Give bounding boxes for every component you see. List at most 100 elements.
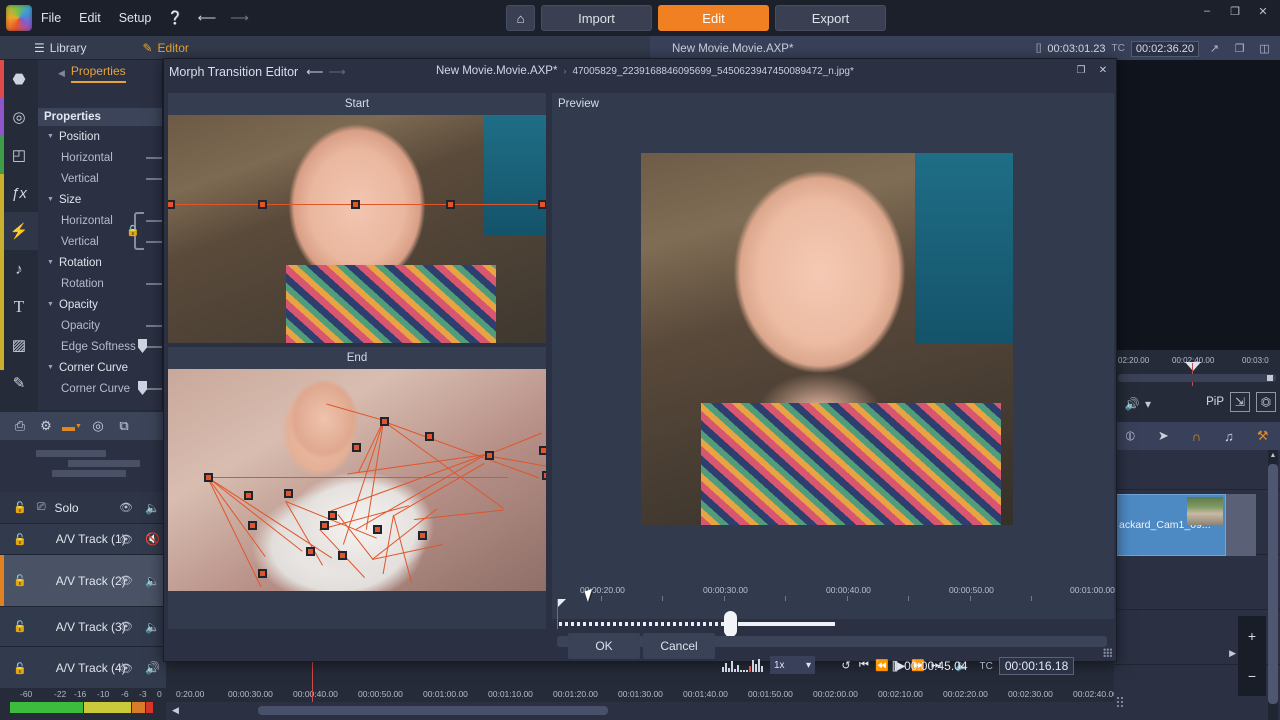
control-point[interactable]: [306, 547, 315, 556]
undo-arrow-icon[interactable]: ⟵: [306, 65, 323, 79]
mixer-icon[interactable]: ▬ ▼: [60, 415, 84, 437]
end-image[interactable]: [168, 369, 546, 591]
track-manager-icon[interactable]: ⎙: [8, 415, 32, 437]
rail-item-pen-draw-icon[interactable]: ✎: [0, 364, 38, 402]
property-group-size[interactable]: ▼ Size: [38, 189, 163, 210]
slider-handle[interactable]: [138, 381, 147, 395]
magnet-snap-icon[interactable]: ∩: [1192, 429, 1201, 444]
rail-item-music-note-icon[interactable]: ♪: [0, 250, 38, 288]
import-button[interactable]: Import: [541, 5, 652, 31]
lock-icon[interactable]: 🔓: [13, 620, 27, 633]
property-edge-softness[interactable]: Edge Softness: [38, 336, 163, 357]
control-point[interactable]: [352, 443, 361, 452]
collapse-left-icon[interactable]: ◀: [58, 68, 65, 79]
dialog-title-bar[interactable]: Morph Transition Editor ⟵ ⟶ New Movie.Mo…: [164, 59, 1116, 85]
scroll-thumb[interactable]: [1268, 464, 1278, 704]
duplicate-icon[interactable]: ❐: [1230, 40, 1249, 57]
rail-item-title-text-icon[interactable]: T: [0, 288, 38, 326]
layout-icon[interactable]: ◫: [1255, 40, 1274, 57]
control-point[interactable]: [328, 511, 337, 520]
tools-icon[interactable]: ⚒: [1257, 428, 1269, 444]
slider-handle[interactable]: [138, 339, 147, 353]
drag-grip-handle[interactable]: [1116, 696, 1125, 708]
right-vertical-scrollbar[interactable]: ▲ ▼: [1268, 450, 1278, 720]
property-group-rotation[interactable]: ▼ Rotation: [38, 252, 163, 273]
project-timecode-field[interactable]: 00:02:36.20: [1130, 40, 1199, 57]
close-icon[interactable]: ✕: [1094, 62, 1112, 79]
tab-library[interactable]: ☰ Library: [18, 36, 102, 60]
properties-tab-label[interactable]: Properties: [70, 64, 126, 83]
slider-track[interactable]: [146, 241, 163, 243]
track-row-solo[interactable]: 🔓 ⎚ Solo 👁 🔈: [0, 492, 166, 524]
speaker-icon[interactable]: 🔈: [145, 574, 160, 588]
property-rotation[interactable]: Rotation: [38, 273, 163, 294]
control-point[interactable]: [542, 471, 546, 480]
speaker-icon[interactable]: 🔊: [145, 661, 160, 675]
control-point[interactable]: [485, 451, 494, 460]
rail-item-fx-icon[interactable]: ƒx: [0, 174, 38, 212]
zoom-in-button[interactable]: +: [1248, 628, 1256, 644]
menu-file[interactable]: File: [32, 7, 70, 29]
control-point[interactable]: [168, 200, 175, 209]
slider-track[interactable]: [146, 346, 163, 348]
in-point-marker[interactable]: [557, 599, 566, 608]
track-row-av-4[interactable]: 🔓 A/V Track (4) 👁 🔊: [0, 647, 166, 690]
breadcrumb-file[interactable]: 47005829_2239168846095699_54506239474500…: [572, 66, 853, 77]
slider-track[interactable]: [146, 325, 163, 327]
property-corner-curve[interactable]: Corner Curve: [38, 378, 163, 399]
control-point[interactable]: [373, 525, 382, 534]
lock-icon[interactable]: 🔓: [13, 501, 27, 514]
control-point[interactable]: [538, 200, 546, 209]
undo-arrow-icon[interactable]: ⟵: [191, 7, 224, 29]
lock-icon[interactable]: 🔓: [13, 533, 27, 546]
tab-editor[interactable]: ✎ Editor: [126, 36, 204, 60]
property-size-vertical[interactable]: Vertical: [38, 231, 163, 252]
property-group-corner-curve[interactable]: ▼ Corner Curve: [38, 357, 163, 378]
start-image[interactable]: [168, 115, 546, 343]
property-group-opacity[interactable]: ▼ Opacity: [38, 294, 163, 315]
home-icon[interactable]: ⌂: [506, 5, 535, 31]
export-button[interactable]: Export: [775, 5, 886, 31]
lock-icon[interactable]: 🔓: [13, 662, 27, 675]
zoom-play-icon[interactable]: ▶: [1229, 648, 1236, 659]
property-group-position[interactable]: ▼ Position: [38, 126, 163, 147]
timeline-clip[interactable]: ackard_Cam1_09...: [1114, 494, 1226, 556]
minimize-icon[interactable]: –: [1194, 1, 1220, 21]
control-point[interactable]: [351, 200, 360, 209]
slider-track[interactable]: [146, 388, 163, 390]
control-point[interactable]: [248, 521, 257, 530]
playhead-marker[interactable]: [1185, 362, 1201, 371]
cancel-button[interactable]: Cancel: [643, 633, 715, 659]
snapshot-icon[interactable]: ⧉: [112, 415, 136, 437]
close-icon[interactable]: ✕: [1250, 1, 1276, 21]
loop-button[interactable]: ↺: [837, 655, 855, 675]
control-point[interactable]: [380, 417, 389, 426]
speaker-muted-icon[interactable]: 🔇: [145, 532, 160, 546]
split-clip-icon[interactable]: ⦶: [1125, 428, 1134, 444]
timeline-scrollbar[interactable]: ◀ ▶: [166, 702, 1280, 720]
menu-setup[interactable]: Setup: [110, 7, 161, 29]
track-row-av-1[interactable]: 🔓 A/V Track (1) 👁 🔇: [0, 524, 166, 555]
timeline-playhead[interactable]: [312, 660, 313, 702]
player-ruler[interactable]: 00:00:20.00 00:00:30.00 00:00:40.00 00:0…: [556, 585, 1115, 601]
breadcrumb-project[interactable]: New Movie.Movie.AXP*: [436, 65, 557, 77]
waveform-icon[interactable]: [722, 658, 763, 672]
right-scrubber[interactable]: [1118, 374, 1276, 382]
control-point[interactable]: [244, 491, 253, 500]
track-row-av-2[interactable]: 🔓 A/V Track (2) 👁 🔈: [0, 555, 166, 607]
control-point[interactable]: [425, 432, 434, 441]
redo-arrow-icon[interactable]: ⟶: [328, 65, 345, 79]
player-timecode-field[interactable]: 00:00:16.18: [998, 657, 1075, 675]
visibility-eye-icon[interactable]: 👁: [119, 662, 133, 675]
go-to-start-button[interactable]: ⏮: [855, 655, 873, 675]
property-opacity[interactable]: Opacity: [38, 315, 163, 336]
slider-track[interactable]: [146, 157, 163, 159]
track-row-av-3[interactable]: 🔓 A/V Track (3) 👁 🔈: [0, 607, 166, 647]
step-back-button[interactable]: ⏪: [873, 655, 891, 675]
visibility-eye-icon[interactable]: 👁: [119, 501, 133, 514]
rail-item-overlay-icon[interactable]: ▨: [0, 326, 38, 364]
timeline-ruler[interactable]: 0:20.00 00:00:30.00 00:00:40.00 00:00:50…: [166, 688, 1280, 702]
expand-icon[interactable]: ↗: [1205, 40, 1224, 57]
control-point[interactable]: [258, 200, 267, 209]
control-point[interactable]: [320, 521, 329, 530]
